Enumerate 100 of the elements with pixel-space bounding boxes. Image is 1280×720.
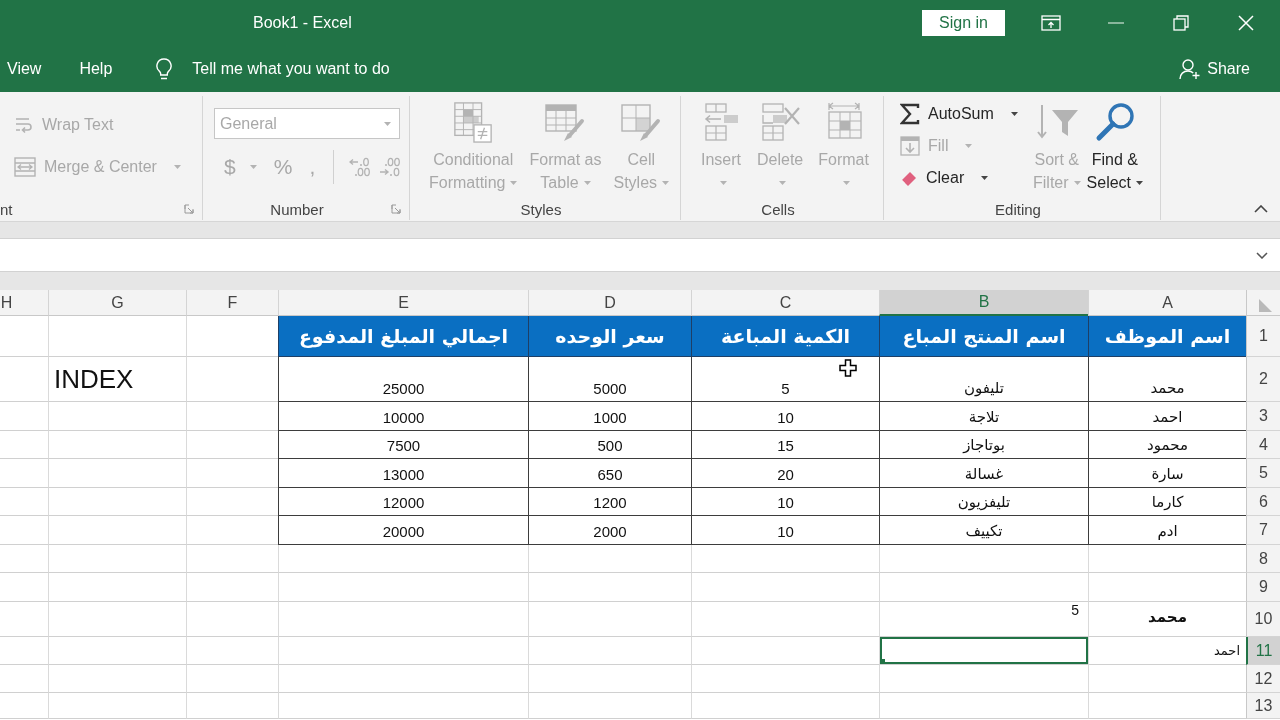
ribbon-button[interactable]: Clear <box>900 166 1030 190</box>
empty-cell[interactable] <box>48 545 186 573</box>
empty-cell[interactable] <box>186 459 278 488</box>
ribbon-button[interactable]: Find & Select <box>1083 94 1147 197</box>
empty-cell[interactable] <box>48 459 186 488</box>
empty-cell[interactable] <box>691 693 879 719</box>
empty-cell[interactable] <box>528 665 691 693</box>
row-header[interactable]: 10 <box>1246 602 1280 637</box>
table-cell: محمود <box>1088 431 1246 459</box>
empty-cell[interactable] <box>278 665 528 693</box>
tell-me-box[interactable]: Tell me what you want to do <box>192 59 390 78</box>
empty-cell[interactable] <box>48 402 186 431</box>
empty-cell[interactable] <box>528 693 691 719</box>
column-header[interactable]: H <box>0 290 48 316</box>
empty-cell[interactable] <box>48 602 186 637</box>
empty-cell[interactable] <box>186 402 278 431</box>
column-header[interactable]: B <box>879 290 1088 316</box>
sign-in-button[interactable]: Sign in <box>922 9 1005 36</box>
row-header[interactable]: 1 <box>1246 316 1280 357</box>
sheet-cell[interactable]: احمد <box>1088 637 1246 665</box>
empty-cell[interactable] <box>48 316 186 357</box>
group-label: Editing <box>995 200 1041 218</box>
column-header[interactable]: C <box>691 290 879 316</box>
empty-cell[interactable] <box>278 602 528 637</box>
row-header[interactable]: 7 <box>1246 516 1280 545</box>
empty-cell[interactable] <box>186 602 278 637</box>
empty-cell[interactable] <box>691 665 879 693</box>
row-header[interactable]: 12 <box>1246 665 1280 693</box>
row-header[interactable]: 6 <box>1246 488 1280 516</box>
empty-cell[interactable] <box>528 602 691 637</box>
empty-cell[interactable] <box>528 573 691 602</box>
empty-cell[interactable] <box>528 637 691 665</box>
sheet-cell[interactable]: 5 <box>879 602 1088 637</box>
sheet-cell[interactable]: INDEX <box>48 357 186 402</box>
group-label: Number <box>270 200 324 218</box>
corner-arrow-icon[interactable] <box>391 204 401 214</box>
sheet-cell[interactable]: محمد <box>1088 602 1246 637</box>
column-header[interactable]: E <box>278 290 528 316</box>
minimize-icon[interactable] <box>1107 21 1124 24</box>
chevron-down-icon[interactable] <box>1256 251 1268 259</box>
empty-cell[interactable] <box>879 573 1088 602</box>
empty-cell[interactable] <box>186 516 278 545</box>
empty-cell[interactable] <box>278 573 528 602</box>
header-cell: اسم المنتج المباع <box>879 316 1088 357</box>
table-cell: 15 <box>691 431 879 459</box>
empty-cell[interactable] <box>48 637 186 665</box>
empty-cell[interactable] <box>186 573 278 602</box>
empty-cell[interactable] <box>879 693 1088 719</box>
empty-cell[interactable] <box>48 431 186 459</box>
empty-cell[interactable] <box>48 665 186 693</box>
column-header[interactable]: D <box>528 290 691 316</box>
row-header[interactable]: 9 <box>1246 573 1280 602</box>
caret-icon <box>384 121 391 126</box>
column-header[interactable]: F <box>186 290 278 316</box>
empty-cell[interactable] <box>186 357 278 402</box>
selected-cell[interactable] <box>879 637 1088 665</box>
empty-cell[interactable] <box>186 545 278 573</box>
empty-cell[interactable] <box>48 516 186 545</box>
empty-cell[interactable] <box>278 545 528 573</box>
chevron-up-icon[interactable] <box>1254 205 1268 213</box>
row-header[interactable]: 8 <box>1246 545 1280 573</box>
menu-tab[interactable]: Help <box>72 51 120 86</box>
corner-arrow-icon[interactable] <box>184 204 194 214</box>
column-header[interactable]: G <box>48 290 186 316</box>
empty-cell[interactable] <box>691 573 879 602</box>
restore-icon[interactable] <box>1172 14 1189 31</box>
select-all-corner[interactable] <box>1246 290 1280 316</box>
ribbon-button[interactable]: AutoSum <box>900 102 1030 126</box>
empty-cell[interactable] <box>186 431 278 459</box>
table-cell: تكييف <box>879 516 1088 545</box>
menu-tab[interactable]: View <box>0 51 49 86</box>
empty-cell[interactable] <box>48 488 186 516</box>
row-header[interactable]: 5 <box>1246 459 1280 488</box>
column-header[interactable]: A <box>1088 290 1246 316</box>
empty-cell[interactable] <box>186 637 278 665</box>
group-label: nt <box>0 200 13 218</box>
row-header[interactable]: 4 <box>1246 431 1280 459</box>
empty-cell[interactable] <box>48 693 186 719</box>
table-cell: 650 <box>528 459 691 488</box>
close-icon[interactable] <box>1237 14 1254 31</box>
empty-cell[interactable] <box>528 545 691 573</box>
empty-cell[interactable] <box>879 665 1088 693</box>
row-header[interactable]: 13 <box>1246 693 1280 719</box>
table-cell: احمد <box>1088 402 1246 431</box>
empty-cell[interactable] <box>691 637 879 665</box>
row-header[interactable]: 2 <box>1246 357 1280 402</box>
empty-cell[interactable] <box>691 545 879 573</box>
empty-cell[interactable] <box>879 545 1088 573</box>
empty-cell[interactable] <box>691 602 879 637</box>
empty-cell[interactable] <box>186 488 278 516</box>
empty-cell[interactable] <box>186 693 278 719</box>
row-header[interactable]: 11 <box>1246 637 1280 665</box>
empty-cell[interactable] <box>278 637 528 665</box>
share-button[interactable]: Share <box>1179 57 1250 80</box>
row-header[interactable]: 3 <box>1246 402 1280 431</box>
empty-cell[interactable] <box>48 573 186 602</box>
empty-cell[interactable] <box>186 665 278 693</box>
lightbulb-icon[interactable] <box>155 57 174 80</box>
empty-cell[interactable] <box>278 693 528 719</box>
triangle-icon <box>1259 299 1272 312</box>
